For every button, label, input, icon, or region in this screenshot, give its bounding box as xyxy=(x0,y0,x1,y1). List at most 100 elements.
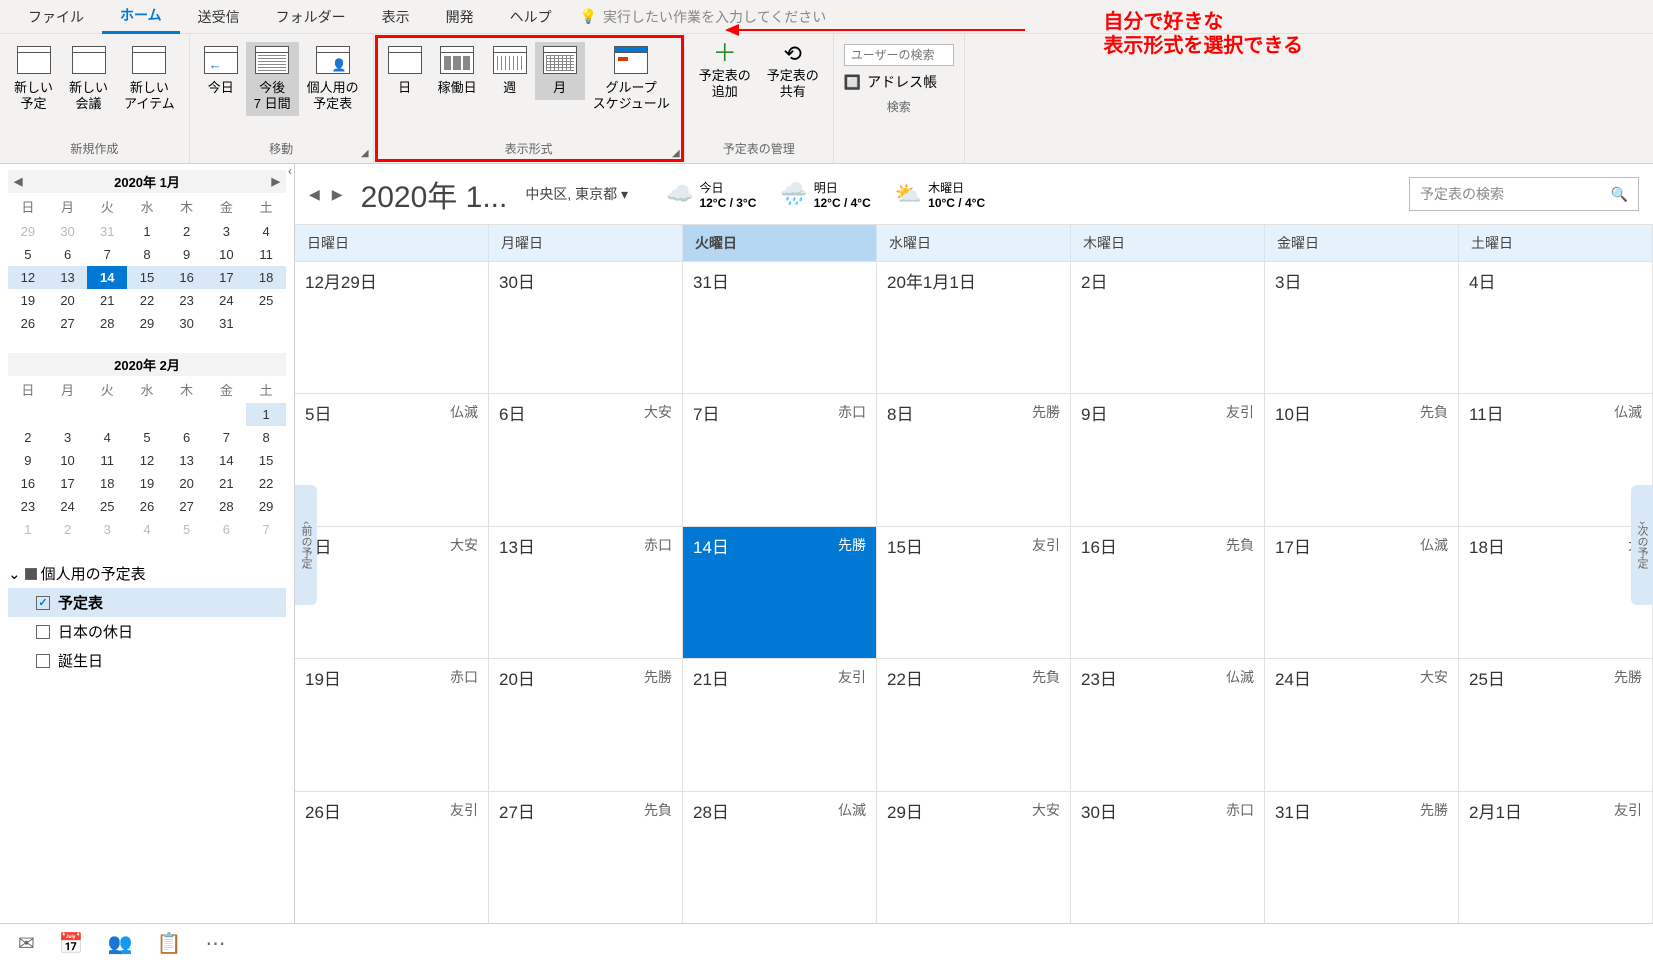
weather-day[interactable]: ⛅木曜日10°C / 4°C xyxy=(895,179,985,210)
calendar-day-cell[interactable]: 13日赤口 xyxy=(489,527,683,658)
calendar-day-cell[interactable]: 18日大 xyxy=(1459,527,1653,658)
mini-cal-day[interactable]: 27 xyxy=(167,495,207,518)
calendar-day-cell[interactable]: 20年1月1日 xyxy=(877,262,1071,393)
mini-cal-day[interactable]: 5 xyxy=(8,243,48,266)
calendar-day-cell[interactable]: 21日友引 xyxy=(683,659,877,790)
mini-cal-day[interactable]: 21 xyxy=(207,472,247,495)
mini-cal-day[interactable] xyxy=(8,403,48,426)
mini-cal-day[interactable]: 12 xyxy=(8,266,48,289)
mini-cal-day[interactable]: 1 xyxy=(8,518,48,541)
next-month-icon[interactable]: ▶ xyxy=(272,175,280,188)
mini-cal-day[interactable]: 13 xyxy=(167,449,207,472)
calendar-day-cell[interactable]: 20日先勝 xyxy=(489,659,683,790)
mini-cal-day[interactable]: 29 xyxy=(127,312,167,335)
mini-cal-day[interactable]: 16 xyxy=(167,266,207,289)
people-icon[interactable]: 👥 xyxy=(108,931,133,956)
mini-cal-day[interactable] xyxy=(246,312,286,335)
mini-cal-day[interactable]: 6 xyxy=(48,243,88,266)
mini-cal-day[interactable]: 22 xyxy=(246,472,286,495)
weather-day[interactable]: ☁️今日12°C / 3°C xyxy=(666,179,756,210)
menu-開発[interactable]: 開発 xyxy=(428,1,492,33)
mini-cal-day[interactable]: 20 xyxy=(167,472,207,495)
collapse-sidebar-icon[interactable]: ‹ xyxy=(288,164,292,178)
mini-cal-day[interactable]: 3 xyxy=(207,220,247,243)
mini-cal-day[interactable]: 7 xyxy=(87,243,127,266)
mini-cal-day[interactable]: 6 xyxy=(207,518,247,541)
calendar-day-cell[interactable]: 22日先負 xyxy=(877,659,1071,790)
prev-month-icon[interactable]: ◀ xyxy=(309,186,320,203)
menu-ファイル[interactable]: ファイル xyxy=(10,1,102,33)
mini-cal-day[interactable]: 30 xyxy=(48,220,88,243)
calendar-day-cell[interactable]: 8日先勝 xyxy=(877,394,1071,525)
mini-cal-day[interactable]: 14 xyxy=(87,266,127,289)
mini-cal-day[interactable]: 2 xyxy=(167,220,207,243)
calendar-day-cell[interactable]: 27日先負 xyxy=(489,792,683,923)
more-icon[interactable]: ⋯ xyxy=(205,931,225,956)
mini-cal-day[interactable]: 26 xyxy=(8,312,48,335)
mini-cal-day[interactable]: 28 xyxy=(87,312,127,335)
calendar-day-cell[interactable]: 11日仏滅 xyxy=(1459,394,1653,525)
mini-cal-day[interactable]: 8 xyxy=(246,426,286,449)
mini-cal-day[interactable] xyxy=(127,403,167,426)
calendar-day-cell[interactable]: 31日先勝 xyxy=(1265,792,1459,923)
next-appointments-handle[interactable]: ›次の予定 xyxy=(1631,485,1653,605)
ribbon-btn-予定表の-追加[interactable]: ＋予定表の追加 xyxy=(691,42,759,104)
mini-cal-day[interactable]: 4 xyxy=(246,220,286,243)
calendar-day-cell[interactable]: 2日 xyxy=(1071,262,1265,393)
ribbon-btn-今後-7 日間[interactable]: 今後7 日間 xyxy=(246,42,299,116)
prev-appointments-handle[interactable]: ‹前の予定 xyxy=(295,485,317,605)
calendar-search-input[interactable]: 予定表の検索 🔍 xyxy=(1409,177,1639,211)
mini-cal-day[interactable]: 27 xyxy=(48,312,88,335)
menu-ヘルプ[interactable]: ヘルプ xyxy=(492,1,570,33)
calendar-day-cell[interactable]: 30日赤口 xyxy=(1071,792,1265,923)
mini-cal-day[interactable]: 26 xyxy=(127,495,167,518)
weather-day[interactable]: 🌧️明日12°C / 4°C xyxy=(780,179,870,210)
mini-cal-day[interactable]: 3 xyxy=(87,518,127,541)
calendar-day-cell[interactable]: 26日友引 xyxy=(295,792,489,923)
calendar-day-cell[interactable]: 23日仏滅 xyxy=(1071,659,1265,790)
calendar-list-item[interactable]: 日本の休日 xyxy=(8,617,286,646)
mini-cal-day[interactable]: 5 xyxy=(167,518,207,541)
mini-cal-day[interactable]: 25 xyxy=(87,495,127,518)
mini-cal-day[interactable]: 13 xyxy=(48,266,88,289)
user-search-input[interactable] xyxy=(844,44,954,66)
dialog-launcher-icon[interactable]: ◢ xyxy=(672,148,680,159)
location-dropdown[interactable]: 中央区, 東京都 ▾ xyxy=(525,184,628,204)
mini-cal-day[interactable]: 15 xyxy=(246,449,286,472)
calendar-day-cell[interactable]: 19日赤口 xyxy=(295,659,489,790)
ribbon-btn-新しい-会議[interactable]: 新しい会議 xyxy=(61,42,116,116)
calendar-day-cell[interactable]: 2日大安 xyxy=(295,527,489,658)
mini-cal-day[interactable]: 14 xyxy=(207,449,247,472)
menu-フォルダー[interactable]: フォルダー xyxy=(258,1,364,33)
mini-cal-day[interactable]: 23 xyxy=(167,289,207,312)
calendar-day-cell[interactable]: 10日先負 xyxy=(1265,394,1459,525)
mini-cal-day[interactable]: 7 xyxy=(207,426,247,449)
mini-cal-day[interactable]: 9 xyxy=(167,243,207,266)
calendar-day-cell[interactable]: 31日 xyxy=(683,262,877,393)
mini-cal-day[interactable]: 16 xyxy=(8,472,48,495)
calendar-day-cell[interactable]: 16日先負 xyxy=(1071,527,1265,658)
mini-cal-day[interactable]: 24 xyxy=(48,495,88,518)
mini-cal-day[interactable]: 4 xyxy=(87,426,127,449)
calendar-day-cell[interactable]: 30日 xyxy=(489,262,683,393)
mini-cal-day[interactable]: 7 xyxy=(246,518,286,541)
mini-cal-day[interactable]: 2 xyxy=(8,426,48,449)
calendar-day-cell[interactable]: 24日大安 xyxy=(1265,659,1459,790)
mini-cal-day[interactable]: 10 xyxy=(207,243,247,266)
ribbon-btn-週[interactable]: 週 xyxy=(485,42,535,100)
calendar-day-cell[interactable]: 12月29日 xyxy=(295,262,489,393)
menu-表示[interactable]: 表示 xyxy=(364,1,428,33)
mini-cal-day[interactable]: 17 xyxy=(207,266,247,289)
mini-cal-day[interactable]: 22 xyxy=(127,289,167,312)
mini-cal-day[interactable]: 30 xyxy=(167,312,207,335)
mini-cal-day[interactable]: 18 xyxy=(87,472,127,495)
mini-cal-day[interactable]: 11 xyxy=(87,449,127,472)
mini-cal-day[interactable]: 4 xyxy=(127,518,167,541)
calendar-day-cell[interactable]: 5日仏滅 xyxy=(295,394,489,525)
calendar-day-cell[interactable]: 4日 xyxy=(1459,262,1653,393)
calendar-icon[interactable]: 📅 xyxy=(59,931,84,956)
calendar-day-cell[interactable]: 7日赤口 xyxy=(683,394,877,525)
mini-cal-day[interactable]: 19 xyxy=(8,289,48,312)
mini-cal-day[interactable]: 21 xyxy=(87,289,127,312)
mini-cal-day[interactable] xyxy=(207,403,247,426)
